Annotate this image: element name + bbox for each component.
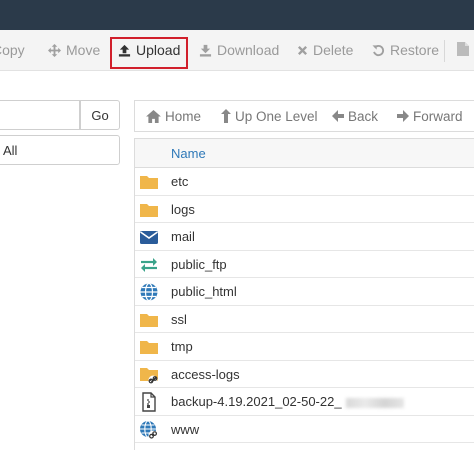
back-button[interactable]: Back xyxy=(332,101,378,131)
restore-label: Restore xyxy=(390,42,440,58)
folder-icon xyxy=(140,341,158,354)
copy-label: Copy xyxy=(0,42,25,58)
file-row[interactable]: tmp xyxy=(135,333,474,361)
file-row[interactable]: mail xyxy=(135,223,474,251)
move-button[interactable]: Move xyxy=(48,30,100,70)
restore-icon xyxy=(372,44,384,56)
file-row[interactable]: ssl xyxy=(135,305,474,333)
file-list: Name etc logs mail public_ftp public_htm… xyxy=(134,138,474,450)
file-row[interactable]: www xyxy=(135,415,474,443)
document-icon[interactable] xyxy=(456,41,470,57)
folder-link-icon xyxy=(140,367,158,384)
restore-button[interactable]: Restore xyxy=(372,30,439,70)
up-one-level-label: Up One Level xyxy=(235,108,318,124)
archive-file-icon xyxy=(142,392,156,412)
delete-icon xyxy=(297,45,308,55)
path-input[interactable] xyxy=(0,100,80,130)
globe-link-icon xyxy=(140,419,158,439)
go-label: Go xyxy=(91,107,109,123)
file-row[interactable]: public_ftp xyxy=(135,250,474,278)
delete-label: Delete xyxy=(313,42,354,58)
file-toolbar: Copy Move Upload Download Delete Restore xyxy=(0,30,474,71)
file-row[interactable]: logs xyxy=(135,195,474,223)
transfer-arrows-icon xyxy=(141,257,157,272)
forward-button[interactable]: Forward xyxy=(397,101,463,131)
tree-panel-item[interactable]: All xyxy=(0,135,120,165)
file-name: tmp xyxy=(171,339,193,354)
redacted-text xyxy=(345,397,404,408)
go-button[interactable]: Go xyxy=(80,100,120,130)
folder-icon xyxy=(140,203,158,217)
download-button[interactable]: Download xyxy=(199,30,279,70)
folder-icon xyxy=(140,313,158,327)
top-header-bar xyxy=(0,0,474,30)
toolbar-divider xyxy=(444,40,445,62)
file-name: etc xyxy=(171,174,189,189)
name-header-label: Name xyxy=(171,146,206,161)
globe-icon xyxy=(140,282,158,302)
file-row[interactable]: access-logs xyxy=(135,360,474,388)
file-name: public_ftp xyxy=(171,256,227,272)
name-column-header[interactable]: Name xyxy=(135,138,474,168)
file-name: backup-4.19.2021_02-50-22_ xyxy=(171,394,404,409)
up-one-level-button[interactable]: Up One Level xyxy=(221,101,318,131)
folder-icon xyxy=(140,176,158,189)
navigation-bar: Home Up One Level Back Forward xyxy=(134,100,474,132)
download-label: Download xyxy=(217,42,280,58)
forward-label: Forward xyxy=(413,108,463,124)
back-label: Back xyxy=(348,108,379,124)
file-row[interactable]: etc xyxy=(135,168,474,196)
upload-highlight-box xyxy=(110,37,188,69)
home-label: Home xyxy=(165,108,202,124)
move-label: Move xyxy=(66,42,101,58)
file-name: ssl xyxy=(171,311,187,327)
delete-button[interactable]: Delete xyxy=(297,30,353,70)
level-up-icon xyxy=(221,109,231,123)
arrow-left-icon xyxy=(332,110,344,122)
file-name: logs xyxy=(171,201,195,217)
envelope-icon xyxy=(140,231,158,244)
home-button[interactable]: Home xyxy=(146,101,201,131)
file-row[interactable]: public_html xyxy=(135,278,474,306)
file-name: public_html xyxy=(171,284,237,299)
file-name: access-logs xyxy=(171,366,240,382)
download-icon xyxy=(199,44,212,57)
file-name: www xyxy=(171,421,200,437)
file-name-text: backup-4.19.2021_02-50-22_ xyxy=(171,394,342,409)
move-icon xyxy=(48,43,61,57)
file-name: mail xyxy=(171,229,195,244)
home-icon xyxy=(146,109,161,123)
file-row[interactable]: backup-4.19.2021_02-50-22_ xyxy=(135,388,474,416)
arrow-right-icon xyxy=(397,110,409,122)
all-label: All xyxy=(3,143,18,158)
copy-button[interactable]: Copy xyxy=(0,30,25,70)
